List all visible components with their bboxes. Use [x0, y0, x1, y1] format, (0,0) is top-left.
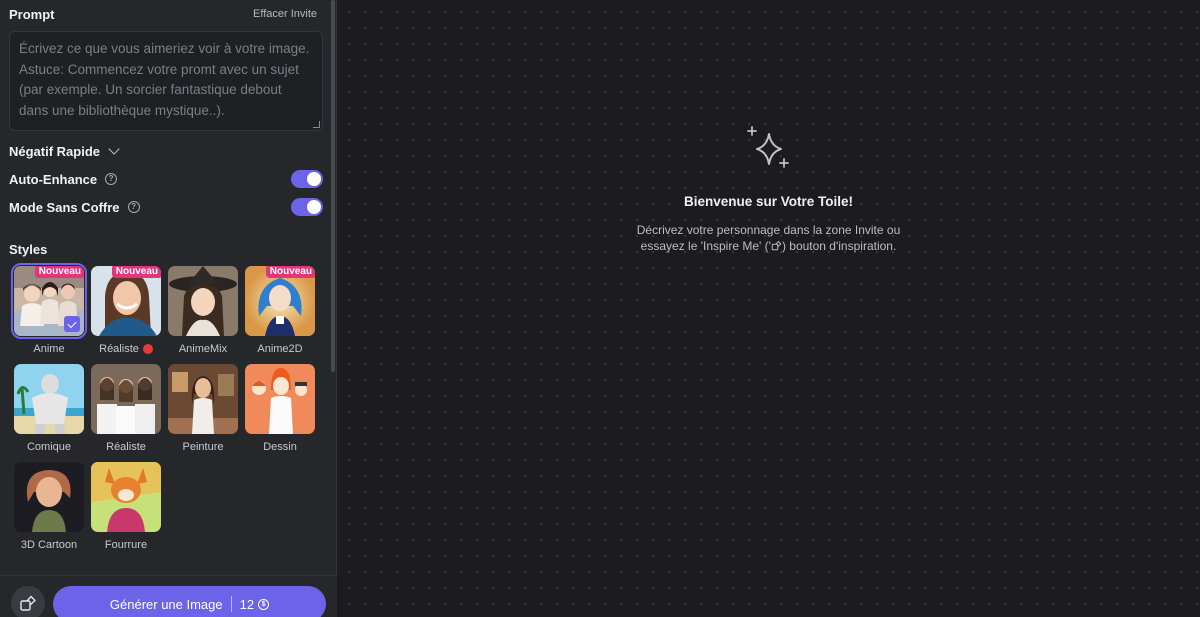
inspire-icon [20, 595, 36, 611]
welcome-description: Décrivez votre personnage dans la zone I… [619, 222, 919, 254]
canvas-area: Bienvenue sur Votre Toile! Décrivez votr… [337, 0, 1200, 617]
chevron-down-icon [108, 143, 120, 155]
new-badge: Nouveau [265, 266, 315, 278]
styles-header: Styles [9, 238, 323, 260]
angry-emoji-icon [142, 344, 153, 354]
style-item-realiste[interactable]: Nouveau Réaliste [91, 266, 161, 364]
inspire-icon [771, 241, 782, 251]
style-label: Anime2D [257, 343, 303, 355]
sparkle-icon [746, 126, 789, 168]
style-label: Peinture [182, 441, 224, 453]
prompt-input[interactable] [10, 32, 322, 130]
prompt-box [9, 31, 323, 131]
animemix-thumbnail-image [168, 266, 238, 336]
toggle-knob [307, 200, 321, 214]
style-thumbnail [14, 462, 84, 532]
scrollbar-thumb[interactable] [331, 0, 335, 372]
help-icon[interactable]: ? [105, 173, 118, 185]
style-thumbnail: Nouveau [91, 266, 161, 336]
auto-enhance-toggle[interactable] [291, 170, 323, 188]
welcome-panel: Bienvenue sur Votre Toile! Décrivez votr… [337, 122, 1200, 254]
style-thumbnail [91, 462, 161, 532]
toggle-knob [307, 172, 321, 186]
safe-mode-toggle[interactable] [291, 198, 323, 216]
app-root: Prompt Effacer Invite Négatif Rapide Aut… [0, 0, 1200, 617]
style-label: Dessin [263, 441, 297, 453]
generate-cost: 12 [239, 596, 255, 612]
style-label: Anime [33, 343, 65, 355]
fourrure-thumbnail-image [91, 462, 161, 532]
negative-prompt-label: Négatif Rapide [9, 143, 101, 159]
safe-mode-row: Mode Sans Coffre ? [9, 193, 323, 221]
generate-label: Générer une Image [109, 596, 223, 612]
realiste-2-thumbnail-image [91, 364, 161, 434]
style-label: Réaliste [99, 343, 153, 355]
style-item-dessin[interactable]: Dessin [245, 364, 315, 462]
style-label: AnimeMix [178, 343, 228, 355]
style-label-text: Réaliste [99, 343, 139, 355]
clear-prompt-button[interactable]: Effacer Invite [253, 8, 317, 20]
style-label: Réaliste [106, 441, 146, 453]
style-item-anime[interactable]: Nouveau Anime [11, 263, 87, 364]
style-item-realiste-2[interactable]: Réaliste [91, 364, 161, 462]
peinture-thumbnail-image [168, 364, 238, 434]
style-label: Fourrure [104, 539, 148, 551]
style-item-peinture[interactable]: Peinture [168, 364, 238, 462]
welcome-line-2-start: essayez le 'Inspire Me' ( [640, 239, 769, 253]
3d-cartoon-thumbnail-image [14, 462, 84, 532]
safe-mode-label: Mode Sans Coffre [9, 199, 120, 215]
resize-handle-icon[interactable] [313, 121, 320, 128]
coin-icon: $ [258, 598, 270, 610]
style-thumbnail [168, 364, 238, 434]
style-label: Comique [26, 441, 72, 453]
style-item-animemix[interactable]: AnimeMix [168, 266, 238, 364]
style-label: 3D Cartoon [20, 539, 78, 551]
style-item-comique[interactable]: Comique [14, 364, 84, 462]
new-badge: Nouveau [34, 266, 84, 278]
style-thumbnail: Nouveau [11, 263, 87, 339]
sidebar: Prompt Effacer Invite Négatif Rapide Aut… [0, 0, 337, 617]
style-thumbnail [14, 364, 84, 434]
inspire-me-button[interactable] [11, 586, 45, 617]
new-badge: Nouveau [111, 266, 161, 278]
prompt-title: Prompt [9, 6, 55, 22]
sidebar-footer: Générer une Image 12 $ [0, 575, 337, 617]
style-item-anime2d[interactable]: Nouveau Anime2D [245, 266, 315, 364]
generate-image-button[interactable]: Générer une Image 12 $ [53, 586, 326, 617]
style-item-3d-cartoon[interactable]: 3D Cartoon [14, 462, 84, 560]
sidebar-scrollbar[interactable] [331, 0, 335, 575]
styles-title: Styles [9, 241, 48, 257]
style-thumbnail [245, 364, 315, 434]
auto-enhance-row: Auto-Enhance ? [9, 165, 323, 193]
check-icon [64, 316, 80, 332]
divider [230, 596, 232, 612]
styles-grid: Nouveau Anime Nouveau Réaliste AnimeMix … [11, 263, 323, 560]
sidebar-scroll-area: Prompt Effacer Invite Négatif Rapide Aut… [0, 0, 332, 575]
help-icon[interactable]: ? [127, 201, 140, 213]
auto-enhance-label: Auto-Enhance [9, 171, 98, 187]
style-thumbnail: Nouveau [245, 266, 315, 336]
comique-thumbnail-image [14, 364, 84, 434]
welcome-line-2-end: ) bouton d'inspiration. [781, 239, 897, 253]
welcome-line-1: Décrivez votre personnage dans la zone I… [636, 223, 901, 237]
style-item-fourrure[interactable]: Fourrure [91, 462, 161, 560]
negative-prompt-toggle[interactable]: Négatif Rapide [9, 137, 323, 165]
style-thumbnail [168, 266, 238, 336]
welcome-title: Bienvenue sur Votre Toile! [683, 194, 854, 209]
dessin-thumbnail-image [245, 364, 315, 434]
prompt-header: Prompt Effacer Invite [9, 0, 323, 29]
style-thumbnail [91, 364, 161, 434]
